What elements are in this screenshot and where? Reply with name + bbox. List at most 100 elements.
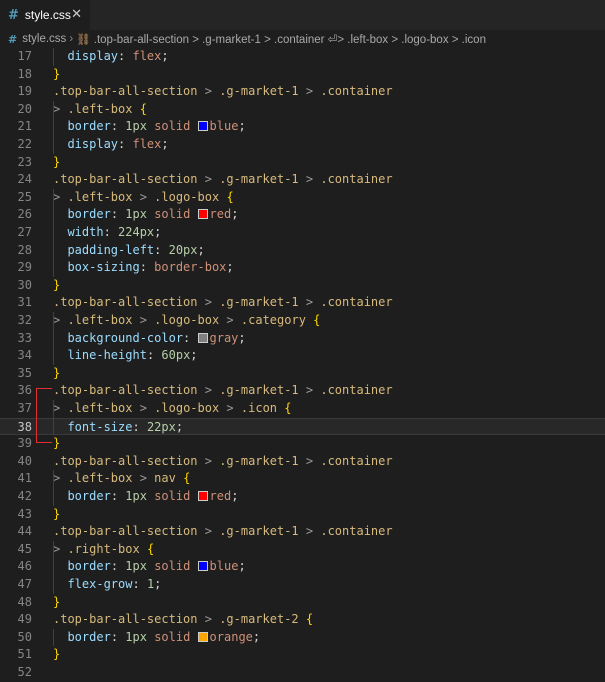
code-line[interactable]: 46 border: 1px solid blue;: [0, 558, 605, 576]
color-swatch[interactable]: [197, 209, 208, 220]
code-text: border: 1px solid orange;: [53, 629, 260, 647]
code-token: {: [139, 101, 147, 116]
code-line[interactable]: 26 border: 1px solid red;: [0, 206, 605, 224]
code-token: >: [219, 401, 241, 415]
code-token: .container: [320, 172, 393, 187]
code-line[interactable]: 38 font-size: 22px;: [0, 417, 605, 436]
code-token: .top-bar-all-section: [53, 295, 198, 310]
code-line[interactable]: 39}: [0, 435, 605, 453]
code-token: >: [197, 84, 220, 99]
code-line[interactable]: 40 .top-bar-all-section > .g-market-1 > .…: [0, 453, 605, 471]
code-line[interactable]: 48}: [0, 594, 605, 612]
line-number: 45: [17, 541, 32, 556]
code-token: .icon: [240, 401, 278, 415]
indent-guide: [53, 470, 54, 488]
code-text: }: [53, 435, 60, 453]
code-token: :: [110, 489, 126, 503]
code-line[interactable]: 21 border: 1px solid blue;: [0, 118, 605, 136]
code-token: flex: [132, 137, 162, 151]
code-line[interactable]: 36 .top-bar-all-section > .g-market-1 > .…: [0, 382, 605, 400]
code-token: :: [110, 559, 126, 574]
code-line[interactable]: 22 display: flex;: [0, 136, 605, 154]
breadcrumb-file[interactable]: style.css: [22, 33, 66, 45]
code-line[interactable]: 47 flex-grow: 1;: [0, 576, 605, 594]
code-line[interactable]: 32 > .left-box > .logo-box > .category {: [0, 312, 605, 330]
line-number: 36: [17, 383, 32, 398]
code-line[interactable]: 49 .top-bar-all-section > .g-market-2 {: [0, 611, 605, 629]
indent-guide: [53, 118, 54, 136]
indent-guide: [53, 224, 54, 242]
code-token: ;: [161, 137, 169, 151]
code-line[interactable]: 44 .top-bar-all-section > .g-market-1 > .…: [0, 523, 605, 541]
code-line[interactable]: 37 > .left-box > .logo-box > .icon {: [0, 400, 605, 418]
code-token: ;: [238, 559, 246, 574]
code-token: solid: [154, 629, 191, 644]
code-token: >: [197, 524, 220, 539]
color-swatch[interactable]: [197, 332, 208, 343]
close-icon[interactable]: ✕: [71, 7, 82, 22]
code-line[interactable]: 20 > .left-box {: [0, 101, 605, 119]
code-line[interactable]: 29 box-sizing: border-box;: [0, 259, 605, 277]
code-line[interactable]: 19 .top-bar-all-section > .g-market-1 > .…: [0, 83, 605, 101]
line-number: 48: [17, 594, 32, 609]
code-token: border: [67, 207, 111, 222]
code-line[interactable]: 52: [0, 664, 605, 682]
code-text: }: [53, 154, 60, 172]
indent-guide: [53, 417, 54, 436]
code-token: .category: [240, 313, 306, 327]
code-line[interactable]: 34 line-height: 60px;: [0, 347, 605, 365]
code-line[interactable]: 45 > .right-box {: [0, 541, 605, 559]
tab-style-css[interactable]: # style.css ✕: [0, 0, 91, 30]
code-token: font-size: [67, 419, 133, 434]
code-token: red: [209, 489, 232, 503]
breadcrumb-selector[interactable]: .top-bar-all-section > .g-market-1 > .co…: [94, 32, 486, 46]
code-token: 1px: [125, 489, 147, 503]
code-token: >: [53, 541, 68, 556]
code-token: flex: [132, 49, 162, 63]
color-swatch[interactable]: [197, 121, 208, 132]
code-line[interactable]: 50 border: 1px solid orange;: [0, 629, 605, 647]
code-token: 60px: [161, 348, 191, 363]
selector-symbol-icon: ⛓: [76, 34, 91, 46]
code-token: .g-market-2: [219, 612, 299, 627]
code-token: .g-market-1: [219, 84, 299, 99]
line-number: 35: [17, 365, 32, 380]
code-token: >: [197, 383, 220, 398]
line-number: 24: [17, 172, 32, 187]
code-line[interactable]: 41 > .left-box > nav {: [0, 470, 605, 488]
indent-guide: [53, 312, 54, 330]
code-token: display: [67, 49, 119, 63]
code-line[interactable]: 31 .top-bar-all-section > .g-market-1 > .…: [0, 294, 605, 312]
code-token: .container: [320, 295, 393, 310]
code-line[interactable]: 25 > .left-box > .logo-box {: [0, 189, 605, 207]
code-line[interactable]: 27 width: 224px;: [0, 224, 605, 242]
code-token: .left-box: [67, 471, 133, 486]
code-token: :: [146, 348, 162, 363]
color-swatch[interactable]: [197, 561, 208, 572]
line-number: 26: [17, 207, 32, 222]
code-line[interactable]: 30}: [0, 277, 605, 295]
code-editor[interactable]: 17 display: flex; 18} 19 .top-bar-all-secti…: [0, 48, 605, 679]
code-line[interactable]: 24 .top-bar-all-section > .g-market-1 > .…: [0, 171, 605, 189]
code-text: }: [53, 506, 60, 524]
code-line[interactable]: 23}: [0, 154, 605, 172]
code-token: ;: [154, 577, 162, 591]
code-token: solid: [154, 119, 191, 134]
code-line[interactable]: 33 background-color: gray;: [0, 330, 605, 348]
code-line[interactable]: 43}: [0, 506, 605, 524]
code-line[interactable]: 17 display: flex;: [0, 48, 605, 66]
color-swatch[interactable]: [197, 491, 208, 501]
code-line[interactable]: 51}: [0, 646, 605, 664]
code-token: .logo-box: [154, 313, 220, 327]
code-line[interactable]: 35}: [0, 365, 605, 383]
color-swatch[interactable]: [197, 631, 208, 642]
code-line[interactable]: 28 padding-left: 20px;: [0, 242, 605, 260]
code-line[interactable]: 42 border: 1px solid red;: [0, 488, 605, 506]
code-line[interactable]: 18}: [0, 66, 605, 84]
